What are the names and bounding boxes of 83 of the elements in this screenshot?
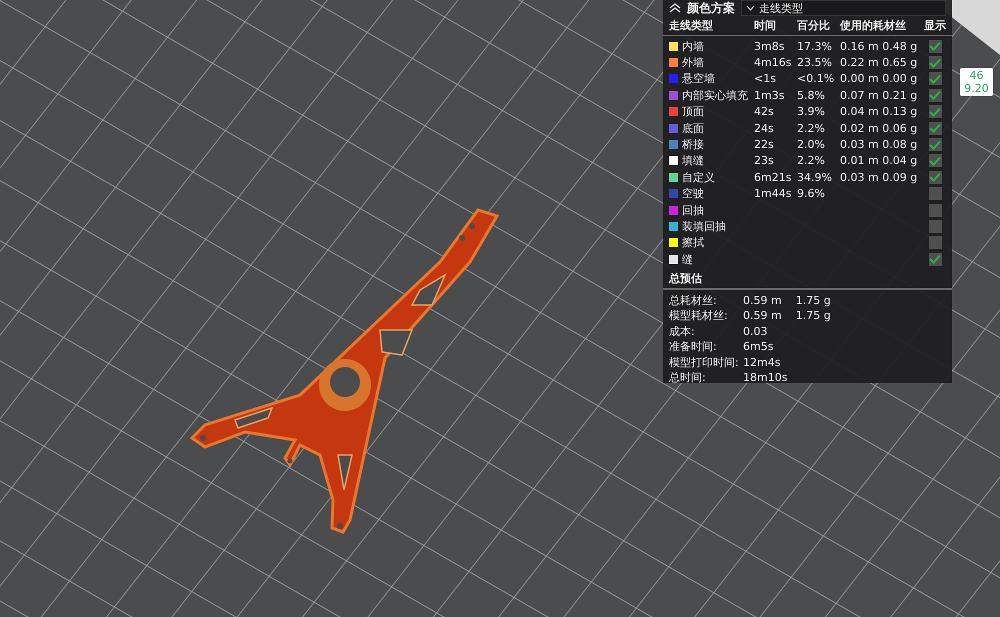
scheme-label: 颜色方案 xyxy=(687,0,735,16)
visibility-checkbox[interactable] xyxy=(928,220,942,233)
time-value: 4m16s xyxy=(754,56,792,70)
time-value: 22s xyxy=(754,138,774,152)
visibility-checkbox[interactable] xyxy=(928,88,942,102)
summary-value: 0.03 xyxy=(743,324,768,338)
column-header: 走线类型 xyxy=(669,18,714,32)
filament-value: 0.00 m 0.00 g xyxy=(840,72,918,86)
visibility-checkbox[interactable] xyxy=(928,170,942,184)
summary-label: 准备时间: xyxy=(669,339,718,354)
visibility-checkbox[interactable] xyxy=(928,122,942,135)
summary-value: 1.75 g xyxy=(796,309,831,322)
time-value: 24s xyxy=(754,122,774,135)
summary-value: 6m5s xyxy=(743,340,774,354)
summary-value: 18m10s xyxy=(743,371,788,384)
filament-value: 0.03 m 0.09 g xyxy=(840,170,918,184)
caret-icon xyxy=(746,5,755,11)
percent-value: 9.6% xyxy=(797,187,825,200)
visibility-checkbox[interactable] xyxy=(928,204,942,217)
feature-name: 回抽 xyxy=(682,202,704,218)
feature-name: 内墙 xyxy=(682,38,704,54)
feature-name: 顶面 xyxy=(682,104,704,120)
scheme-dropdown[interactable]: 走线类型 xyxy=(741,0,946,16)
feature-name: 底面 xyxy=(682,120,704,136)
percent-value: 34.9% xyxy=(797,170,832,184)
column-header: 使用的耗材丝 xyxy=(840,18,907,32)
filament-value: 0.02 m 0.06 g xyxy=(840,122,918,135)
feature-name: 桥接 xyxy=(682,137,704,152)
feature-name: 缝 xyxy=(682,252,693,267)
time-value: <1s xyxy=(754,72,776,86)
summary-title: 总预估 xyxy=(669,271,703,288)
time-value: 1m3s xyxy=(754,88,784,102)
percent-value: 3.9% xyxy=(797,105,825,118)
percent-value: 2.0% xyxy=(797,138,825,152)
feature-name: 装填回抽 xyxy=(682,218,726,234)
summary-label: 总时间: xyxy=(669,370,707,386)
percent-value: 2.2% xyxy=(797,154,825,168)
visibility-checkbox[interactable] xyxy=(928,236,942,250)
summary-value: 12m4s xyxy=(743,356,780,369)
visibility-checkbox[interactable] xyxy=(928,187,942,200)
visibility-checkbox[interactable] xyxy=(928,154,942,168)
time-value: 1m44s xyxy=(754,187,792,200)
percent-value: 23.5% xyxy=(797,56,832,70)
percent-value: 2.2% xyxy=(797,122,825,135)
filament-value: 0.07 m 0.21 g xyxy=(840,88,918,102)
visibility-checkbox[interactable] xyxy=(928,105,942,118)
filament-value: 0.03 m 0.08 g xyxy=(840,138,918,152)
summary-label: 成本: xyxy=(669,324,696,339)
column-header: 时间 xyxy=(754,18,777,32)
time-value: 6m21s xyxy=(754,170,792,184)
feature-name: 内部实心填充 xyxy=(682,88,748,103)
filament-value: 0.04 m 0.13 g xyxy=(840,105,918,118)
feature-name: 空驶 xyxy=(682,186,704,202)
feature-name: 擦拭 xyxy=(682,235,704,250)
summary-value: 1.75 g xyxy=(796,294,831,307)
layer-number: 46 xyxy=(970,69,984,82)
time-value: 23s xyxy=(754,154,774,168)
time-value: 3m8s xyxy=(754,40,784,53)
summary-label: 模型耗材丝: xyxy=(669,308,729,324)
filament-value: 0.22 m 0.65 g xyxy=(840,56,918,70)
visibility-checkbox[interactable] xyxy=(928,72,942,86)
filament-value: 0.01 m 0.04 g xyxy=(840,154,918,168)
percent-value: 5.8% xyxy=(797,88,825,102)
column-header: 显示 xyxy=(924,18,946,32)
feature-name: 悬空墙 xyxy=(682,71,715,86)
feature-name: 填缝 xyxy=(682,153,704,168)
layer-height: 9.20 xyxy=(964,82,989,95)
percent-value: 17.3% xyxy=(797,40,832,53)
feature-name: 自定义 xyxy=(682,170,715,185)
summary-value: 0.59 m xyxy=(743,294,782,307)
time-value: 42s xyxy=(754,105,774,118)
visibility-checkbox[interactable] xyxy=(928,56,942,70)
visibility-checkbox[interactable] xyxy=(928,40,942,53)
column-header: 百分比 xyxy=(797,18,831,32)
filament-value: 0.16 m 0.48 g xyxy=(840,40,918,53)
summary-label: 模型打印时间: xyxy=(669,354,740,370)
visibility-checkbox[interactable] xyxy=(928,252,942,266)
visibility-checkbox[interactable] xyxy=(928,138,942,152)
feature-name: 外墙 xyxy=(682,55,704,70)
collapse-icon[interactable] xyxy=(669,3,681,13)
summary-value: 0.59 m xyxy=(743,309,782,322)
percent-value: <0.1% xyxy=(797,72,834,86)
summary-label: 总耗材丝: xyxy=(669,292,718,308)
